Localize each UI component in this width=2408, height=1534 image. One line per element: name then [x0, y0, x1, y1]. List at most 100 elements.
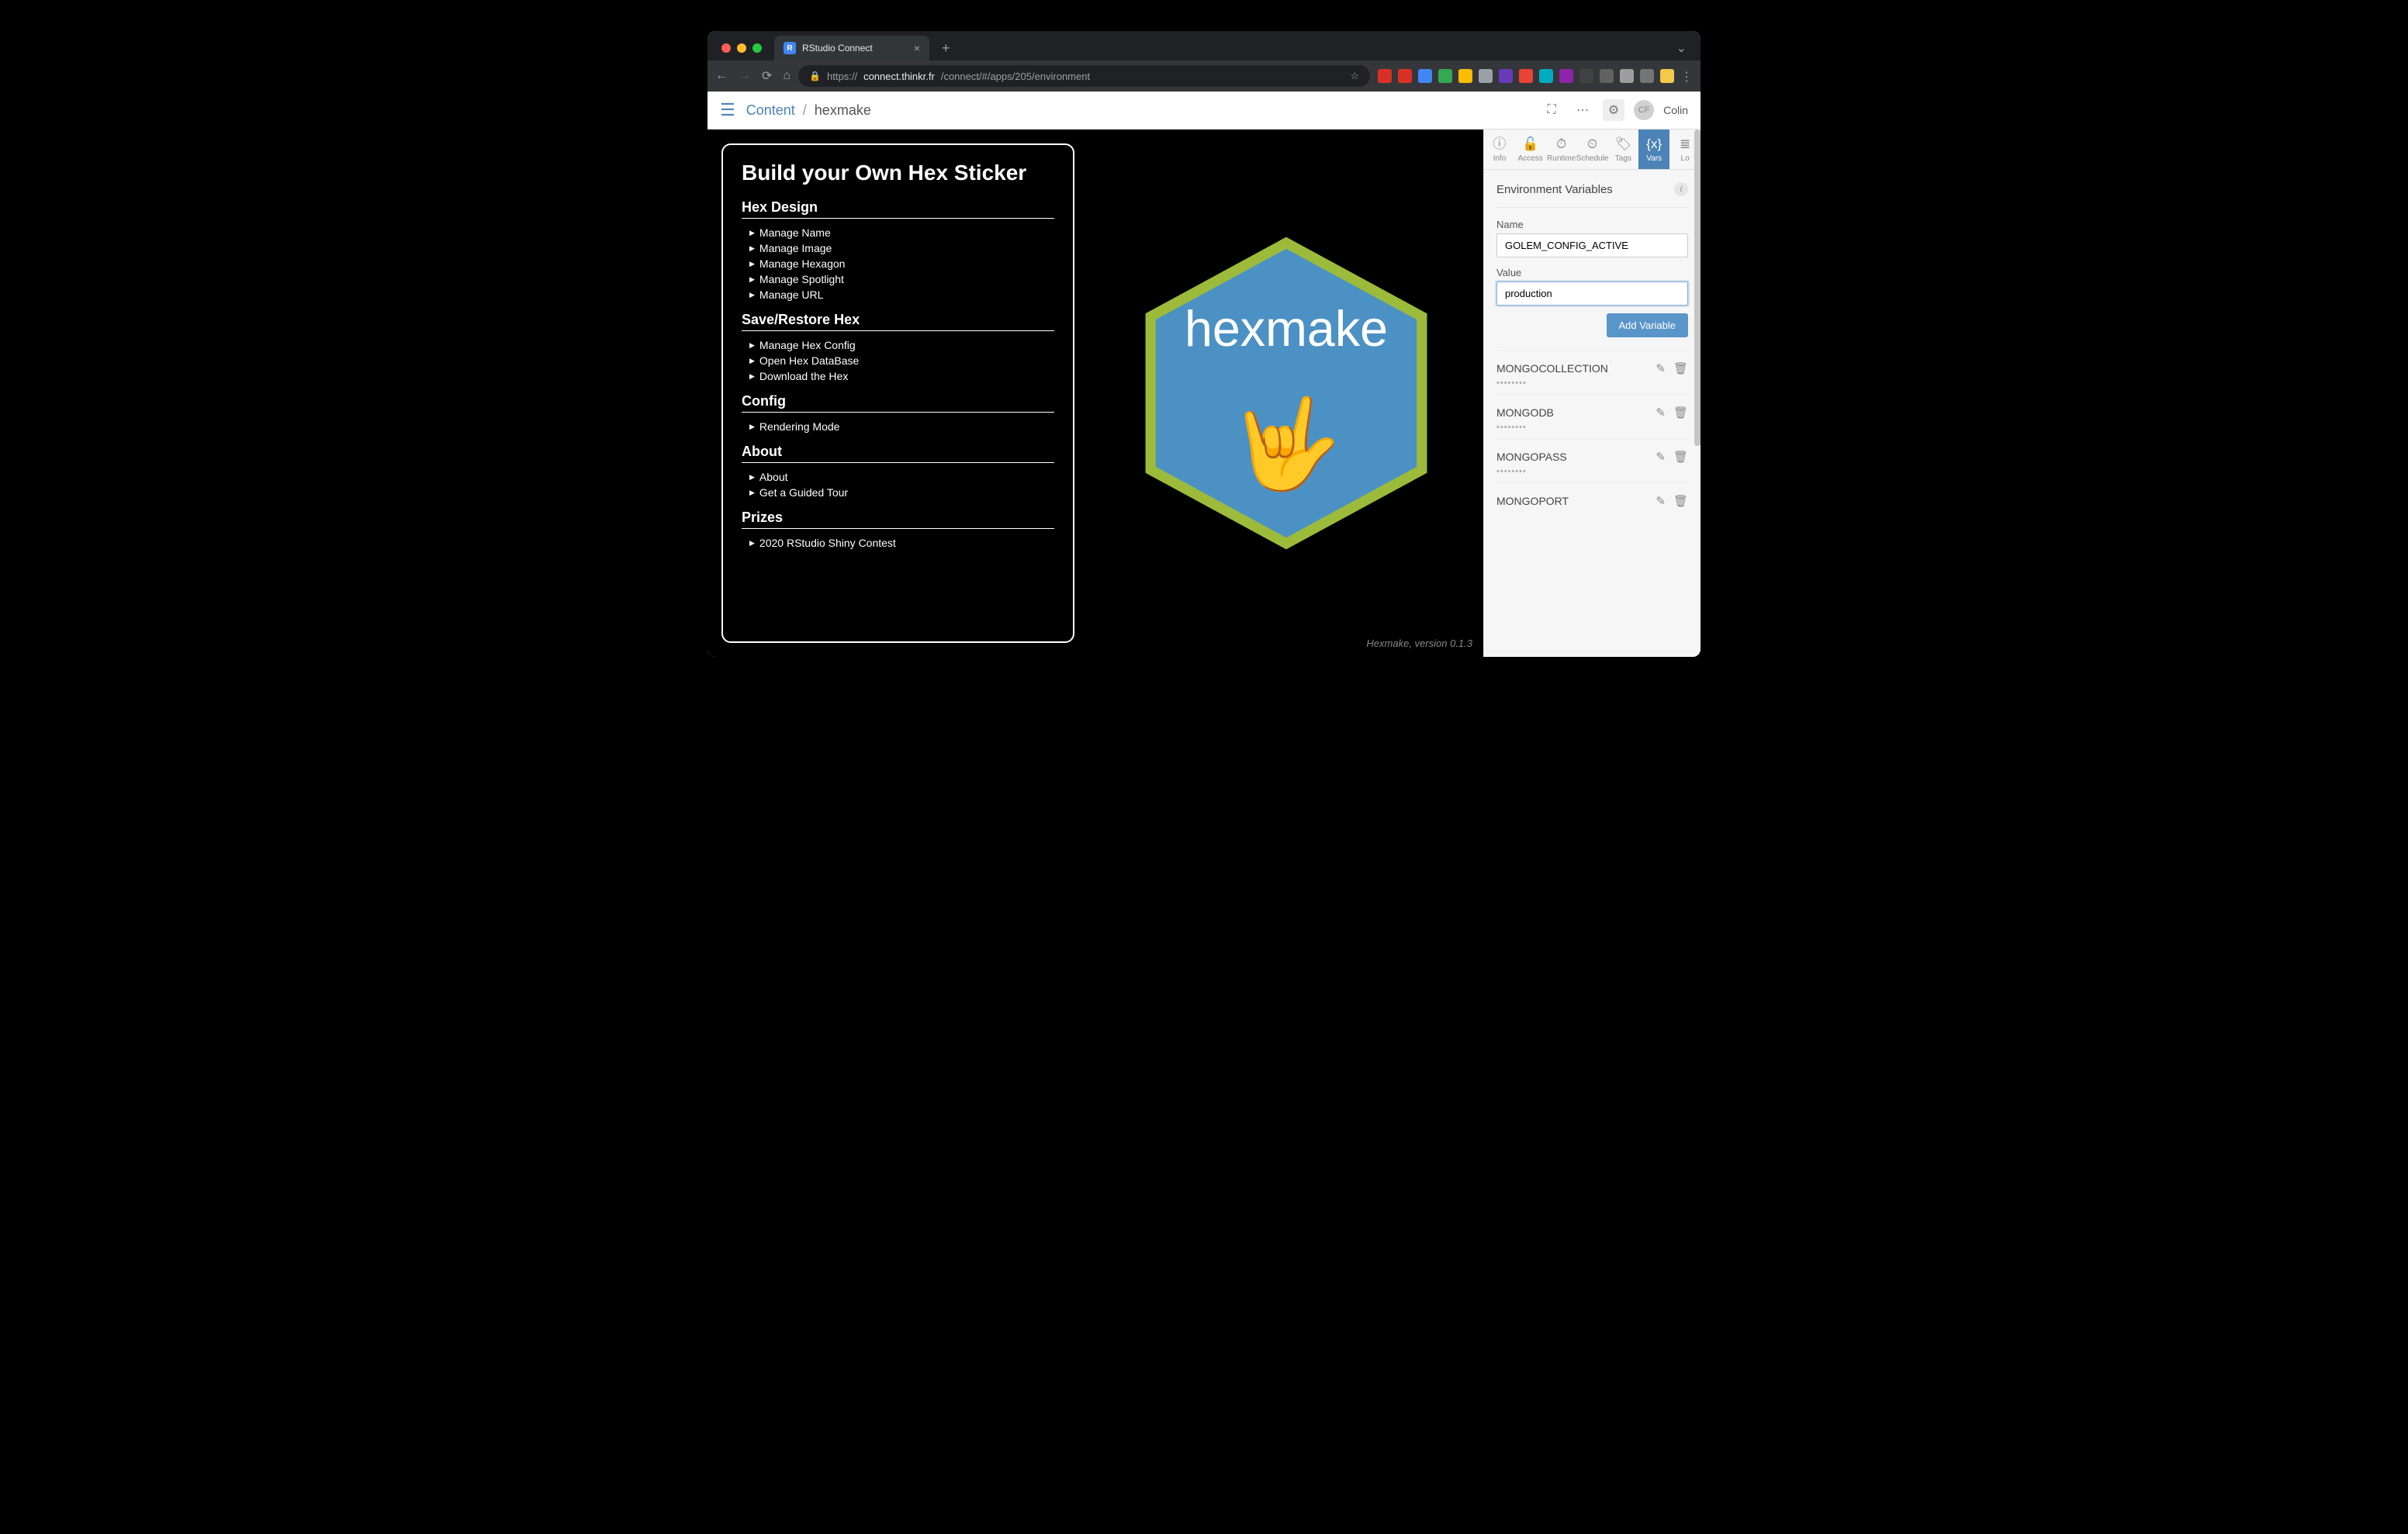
sidebar-item[interactable]: Manage Hexagon [742, 256, 1054, 271]
edit-icon[interactable]: ✎ [1656, 406, 1666, 420]
ext-icon[interactable] [1398, 69, 1412, 83]
bookmark-icon[interactable]: ☆ [1350, 70, 1359, 82]
settings-tab-label: Lo [1681, 154, 1690, 163]
sidebar-item[interactable]: Manage Image [742, 240, 1054, 256]
browser-tab[interactable]: R RStudio Connect × [774, 36, 929, 60]
settings-tab-schedule[interactable]: ⏲Schedule [1577, 130, 1608, 169]
sidebar-item[interactable]: Get a Guided Tour [742, 485, 1054, 500]
sidebar-item[interactable]: Manage Name [742, 225, 1054, 240]
ext-icon[interactable] [1600, 69, 1614, 83]
connect-header: ☰ Content / hexmake ⛶ ⋯ ⚙ CF Colin [708, 92, 1700, 130]
sidebar-item[interactable]: Manage Hex Config [742, 337, 1054, 353]
settings-tab-label: Tags [1615, 154, 1631, 163]
minimize-window-icon[interactable] [737, 43, 746, 53]
tab-title: RStudio Connect [802, 43, 873, 54]
settings-tab-info[interactable]: ⓘInfo [1484, 130, 1515, 169]
browser-chrome: R RStudio Connect × + ⌄ ← → ⟳ ⌂ 🔒 https:… [708, 31, 1700, 92]
runtime-icon: ⏱ [1556, 136, 1566, 151]
url-scheme: https:// [827, 71, 857, 82]
fullscreen-icon[interactable]: ⛶ [1541, 99, 1562, 121]
ext-icon[interactable] [1458, 69, 1472, 83]
env-value-input[interactable] [1496, 282, 1688, 306]
sidebar-item[interactable]: 2020 RStudio Shiny Contest [742, 535, 1054, 551]
tab-overflow-icon[interactable]: ⌄ [1670, 40, 1693, 56]
ext-icon[interactable] [1559, 69, 1573, 83]
sidebar-item[interactable]: Manage URL [742, 287, 1054, 302]
app-viewport: Build your Own Hex Sticker Hex DesignMan… [708, 130, 1483, 657]
env-var-name: MONGOPASS [1496, 451, 1567, 463]
ext-icon[interactable] [1499, 69, 1513, 83]
scrollbar[interactable] [1694, 130, 1700, 446]
ext-icon[interactable] [1479, 69, 1493, 83]
section-heading: Config [742, 393, 1054, 413]
tab-strip: R RStudio Connect × + ⌄ [708, 31, 1700, 60]
edit-icon[interactable]: ✎ [1656, 361, 1666, 375]
vars-icon: {x} [1646, 136, 1662, 151]
hex-sticker: hexmake 🤟 [1139, 230, 1434, 556]
name-label: Name [1496, 219, 1688, 230]
section-heading: Save/Restore Hex [742, 312, 1054, 331]
chrome-menu-icon[interactable]: ⋮ [1680, 69, 1693, 83]
settings-gear-icon[interactable]: ⚙ [1603, 99, 1624, 121]
main-content: Build your Own Hex Sticker Hex DesignMan… [708, 130, 1700, 657]
header-actions: ⛶ ⋯ ⚙ CF Colin [1541, 99, 1688, 121]
lo-icon: ≣ [1680, 136, 1690, 151]
env-name-input[interactable] [1496, 233, 1688, 257]
settings-tab-runtime[interactable]: ⏱ Runtime [1546, 130, 1577, 169]
settings-tab-vars[interactable]: {x}Vars [1638, 130, 1669, 169]
profile-avatar-icon[interactable] [1660, 69, 1674, 83]
delete-icon[interactable]: 🗑 [1673, 406, 1688, 420]
more-icon[interactable]: ⋯ [1572, 99, 1593, 121]
app-sections: Hex DesignManage NameManage ImageManage … [742, 199, 1054, 551]
ext-icon[interactable] [1438, 69, 1452, 83]
maximize-window-icon[interactable] [752, 43, 762, 53]
ext-icon[interactable] [1640, 69, 1654, 83]
browser-window: R RStudio Connect × + ⌄ ← → ⟳ ⌂ 🔒 https:… [708, 31, 1700, 657]
reload-icon[interactable]: ⟳ [762, 68, 772, 84]
sidebar-item[interactable]: Manage Spotlight [742, 271, 1054, 287]
sidebar-item[interactable]: Open Hex DataBase [742, 353, 1054, 368]
delete-icon[interactable]: 🗑 [1673, 361, 1688, 375]
settings-tab-access[interactable]: 🔓Access [1515, 130, 1546, 169]
settings-body: Environment Variables i Name Value Add V… [1484, 170, 1700, 657]
breadcrumb: Content / hexmake [746, 102, 871, 119]
edit-icon[interactable]: ✎ [1656, 450, 1666, 464]
settings-tab-label: Info [1493, 154, 1507, 163]
ext-icon[interactable] [1579, 69, 1593, 83]
sidebar-item[interactable]: About [742, 469, 1054, 485]
new-tab-button[interactable]: + [936, 37, 957, 60]
username: Colin [1663, 104, 1688, 116]
url-input[interactable]: 🔒 https://connect.thinkr.fr/connect/#/ap… [798, 65, 1370, 87]
ext-icon[interactable] [1539, 69, 1553, 83]
info-icon[interactable]: i [1674, 182, 1688, 196]
address-bar: ← → ⟳ ⌂ 🔒 https://connect.thinkr.fr/conn… [708, 60, 1700, 92]
section-heading: Prizes [742, 510, 1054, 529]
breadcrumb-content-link[interactable]: Content [746, 102, 795, 119]
close-window-icon[interactable] [721, 43, 731, 53]
ext-icon[interactable] [1519, 69, 1533, 83]
forward-icon[interactable]: → [739, 69, 751, 83]
ext-icon[interactable] [1620, 69, 1634, 83]
menu-icon[interactable]: ☰ [720, 100, 735, 120]
ext-icon[interactable] [1378, 69, 1392, 83]
env-var-row: MONGOPORT✎🗑 [1496, 482, 1688, 517]
edit-icon[interactable]: ✎ [1656, 494, 1666, 508]
settings-tab-label: Runtime [1547, 154, 1576, 163]
url-path: /connect/#/apps/205/environment [941, 71, 1090, 82]
settings-tab-tags[interactable]: 🏷Tags [1607, 130, 1638, 169]
sidebar-item[interactable]: Download the Hex [742, 368, 1054, 384]
delete-icon[interactable]: 🗑 [1673, 450, 1688, 464]
value-label: Value [1496, 267, 1688, 278]
tab-close-icon[interactable]: × [914, 42, 920, 54]
back-icon[interactable]: ← [715, 69, 728, 83]
breadcrumb-separator: / [803, 102, 807, 119]
delete-icon[interactable]: 🗑 [1673, 494, 1688, 508]
home-icon[interactable]: ⌂ [783, 69, 791, 83]
add-variable-button[interactable]: Add Variable [1607, 313, 1688, 337]
hex-preview: hexmake 🤟 Hexmake, version 0.1.3 [1088, 130, 1483, 657]
avatar[interactable]: CF [1634, 100, 1654, 120]
ext-icon[interactable] [1418, 69, 1432, 83]
lock-icon: 🔒 [809, 71, 821, 81]
sidebar-item[interactable]: Rendering Mode [742, 419, 1054, 434]
existing-vars-list: MONGOCOLLECTION✎🗑••••••••MONGODB✎🗑••••••… [1496, 350, 1688, 517]
